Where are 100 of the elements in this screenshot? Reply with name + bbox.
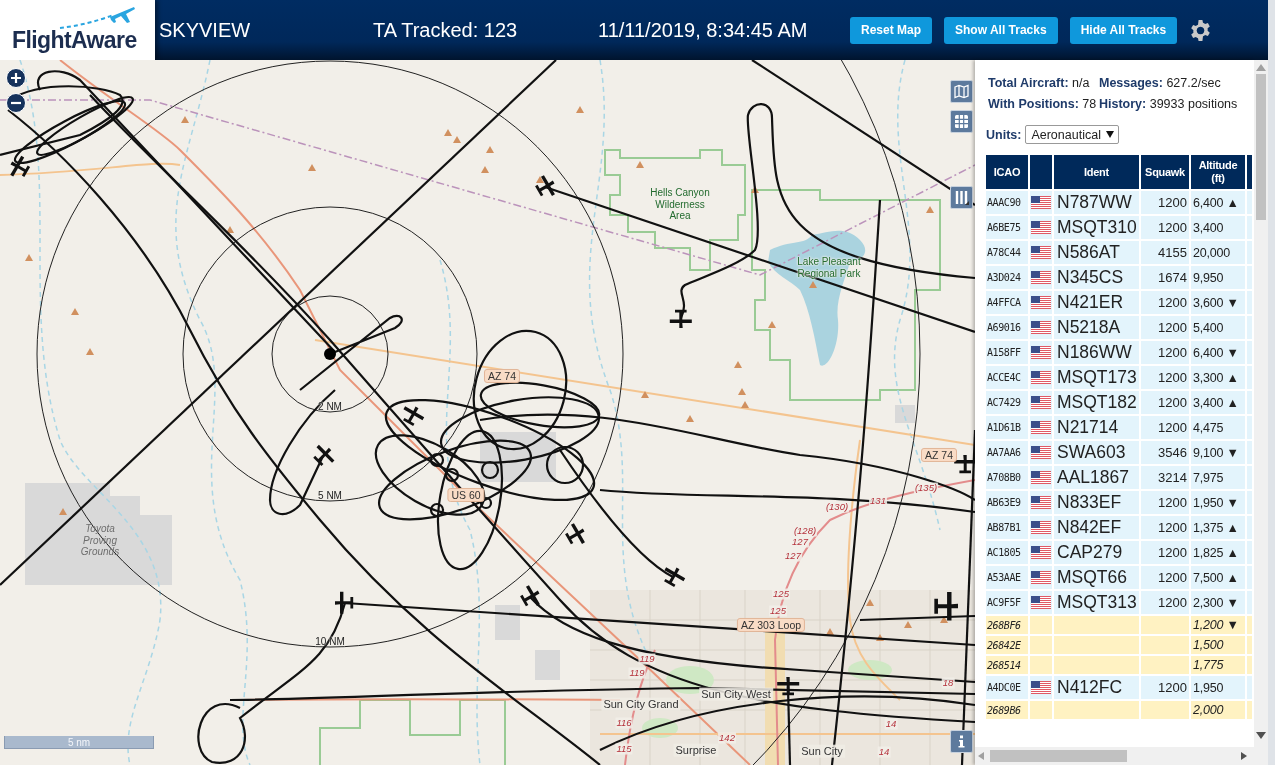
map-layer-button[interactable]	[950, 80, 973, 103]
peak-icon	[768, 321, 776, 328]
plus-icon	[10, 72, 22, 84]
peak-icon	[71, 308, 79, 315]
peak-icon	[866, 599, 874, 606]
scrollbar-thumb[interactable]	[1256, 74, 1266, 220]
altitude-cell: 1,200 ▼	[1191, 616, 1245, 634]
airplane-icon[interactable]	[313, 444, 335, 467]
squawk-cell: 1200	[1141, 516, 1189, 539]
squawk-cell	[1141, 616, 1189, 634]
highway-shield: AZ 74	[484, 368, 520, 384]
squawk-cell: 1200	[1141, 566, 1189, 589]
icao-cell: AAAC90	[986, 191, 1028, 214]
range-label: 2 NM	[318, 400, 342, 412]
altitude-cell: 2,000	[1191, 701, 1245, 719]
columns-icon	[954, 190, 969, 205]
airplane-icon[interactable]	[565, 523, 585, 545]
horizontal-scrollbar[interactable]	[975, 747, 1254, 765]
flag-icon	[1031, 496, 1051, 509]
squawk-cell	[1141, 656, 1189, 674]
stat-label: History:	[1099, 97, 1147, 111]
squawk-cell: 1200	[1141, 591, 1189, 614]
info-button[interactable]	[950, 730, 973, 753]
squawk-cell: 4155	[1141, 241, 1189, 264]
columns-button[interactable]	[950, 186, 973, 209]
altitude-cell: 3,400	[1191, 216, 1245, 239]
flag-icon	[1031, 346, 1051, 359]
scroll-down-icon[interactable]	[1256, 732, 1266, 739]
airplane-icon[interactable]	[10, 155, 31, 177]
park-label: Lake Pleasant Regional Park	[796, 255, 862, 279]
airplane-icon[interactable]	[669, 309, 692, 328]
peak-icon	[940, 616, 948, 623]
peak-icon	[926, 206, 934, 213]
park-label: Hells Canyon Wilderness Area	[649, 186, 711, 222]
altitude-cell: 5,400	[1191, 316, 1245, 339]
ident-cell: MSQT182	[1054, 391, 1139, 414]
icao-cell: A3D024	[986, 266, 1028, 289]
scroll-right-icon[interactable]	[1241, 752, 1247, 760]
peak-icon	[59, 508, 67, 515]
peak-icon	[641, 391, 649, 398]
altitude-cell: 6,400 ▲	[1191, 191, 1245, 214]
altitude-cell: 1,950 ▼	[1191, 491, 1245, 514]
route-number: 116	[615, 717, 633, 729]
squawk-cell: 3546	[1141, 441, 1189, 464]
column-header[interactable]: Squawk	[1141, 155, 1189, 189]
ident-cell: N21714	[1054, 416, 1139, 439]
airplane-icon[interactable]	[403, 406, 425, 427]
airplane-arc-icon	[58, 6, 136, 30]
altitude-cell: 7,500 ▲	[1191, 566, 1245, 589]
airplane-icon[interactable]	[520, 585, 540, 607]
altitude-cell: 3,600 ▼	[1191, 291, 1245, 314]
column-header[interactable]: Altitude (ft)	[1191, 155, 1245, 189]
logo-text: FlightAware	[12, 29, 137, 52]
flag-icon	[1031, 296, 1051, 309]
squawk-cell: 1200	[1141, 366, 1189, 389]
peak-icon	[536, 176, 544, 183]
scrollbar-thumb[interactable]	[990, 750, 1127, 762]
icao-cell: A78C44	[986, 241, 1028, 264]
logo[interactable]: FlightAware	[0, 0, 155, 60]
flag-icon	[1031, 546, 1051, 559]
airplane-icon[interactable]	[954, 455, 975, 474]
peak-icon	[734, 361, 742, 368]
flag-cell	[1030, 656, 1052, 674]
airplane-icon[interactable]	[535, 175, 555, 197]
units-dropdown[interactable]: Aeronautical	[1025, 125, 1119, 144]
ident-cell: N421ER	[1054, 291, 1139, 314]
settings-icon[interactable]	[1189, 18, 1213, 42]
icao-cell: A4DC0E	[986, 676, 1028, 699]
flag-icon	[1031, 321, 1051, 334]
range-label: 10 NM	[315, 635, 345, 647]
flag-icon	[1031, 596, 1051, 609]
icao-cell: 2689B6	[986, 701, 1028, 719]
vertical-scrollbar[interactable]	[1254, 60, 1268, 765]
squawk-cell: 1200	[1141, 391, 1189, 414]
route-number: 127	[784, 550, 802, 562]
altitude-cell: 1,375 ▲	[1191, 516, 1245, 539]
icao-cell: AC9F5F	[986, 591, 1028, 614]
airplane-icon[interactable]	[664, 567, 686, 588]
icao-cell: AC1805	[986, 541, 1028, 564]
icao-cell: 268BF6	[986, 616, 1028, 634]
units-label: Units:	[986, 127, 1022, 142]
flag-column-header	[1030, 155, 1052, 189]
ident-cell: N186WW	[1054, 341, 1139, 364]
grid-button[interactable]	[950, 110, 973, 133]
tracked-count: TA Tracked: 123	[373, 18, 519, 42]
receiver-marker-icon	[324, 348, 336, 360]
peak-icon	[751, 186, 759, 193]
town-label: Surprise	[673, 743, 719, 757]
airplane-icon[interactable]	[335, 591, 354, 614]
stat-label: With Positions:	[988, 97, 1079, 111]
airplane-icon[interactable]	[934, 591, 958, 621]
column-header[interactable]: ICAO	[986, 155, 1028, 189]
peak-icon	[904, 621, 912, 628]
ident-cell: N833EF	[1054, 491, 1139, 514]
column-header[interactable]: Ident	[1054, 155, 1139, 189]
ident-cell: AAL1867	[1054, 466, 1139, 489]
squawk-cell	[1141, 636, 1189, 654]
airplane-icon[interactable]	[777, 677, 800, 696]
peak-icon	[226, 226, 234, 233]
squawk-cell: 1200	[1141, 291, 1189, 314]
